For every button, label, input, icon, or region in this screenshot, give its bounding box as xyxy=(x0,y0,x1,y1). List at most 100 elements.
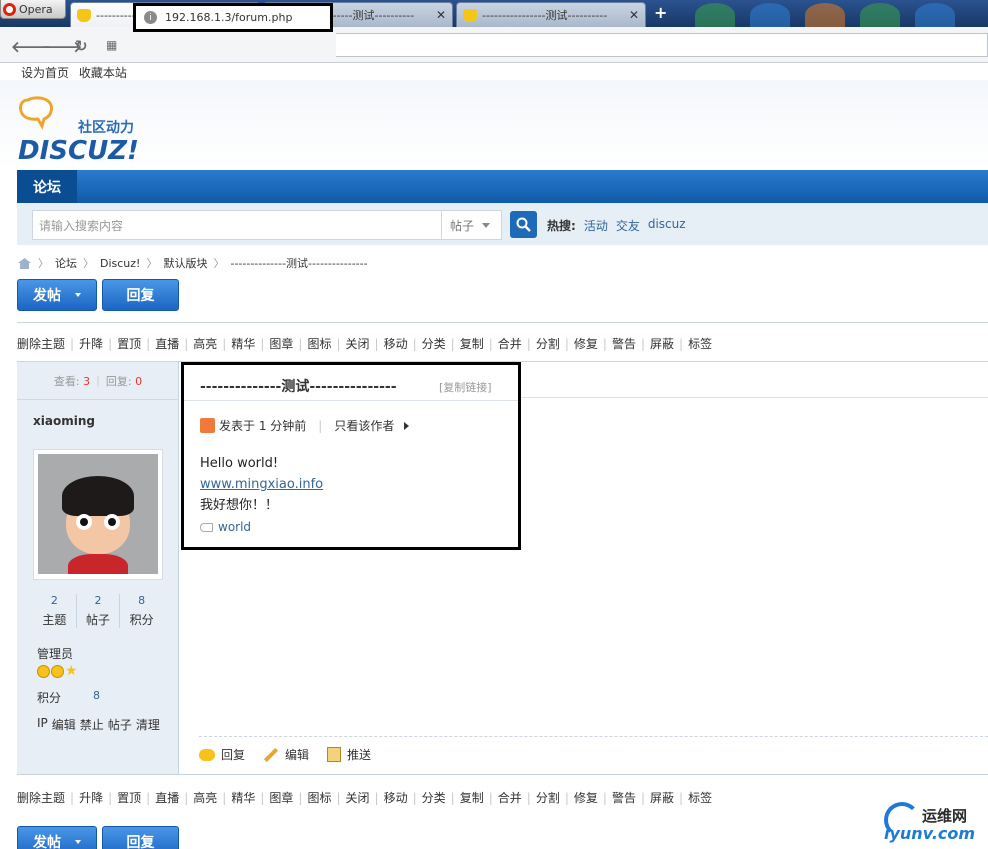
search-scope-select[interactable]: 帖子 xyxy=(441,210,502,240)
mod-tool-link[interactable]: 屏蔽 xyxy=(650,335,674,352)
breadcrumb-item[interactable]: 论坛 xyxy=(55,255,77,271)
mod-tool-link[interactable]: 精华 xyxy=(231,335,255,352)
rank-icons: ★ xyxy=(37,664,78,678)
mod-tool-link[interactable]: 分类 xyxy=(422,789,446,806)
mod-tool-link[interactable]: 屏蔽 xyxy=(650,789,674,806)
mod-tool-link[interactable]: 修复 xyxy=(574,789,598,806)
mod-tool-link[interactable]: 合并 xyxy=(498,789,522,806)
mod-tool-link[interactable]: 移动 xyxy=(384,789,408,806)
post-actions: 回复 编辑 推送 xyxy=(199,746,371,763)
user-group[interactable]: 管理员 xyxy=(37,645,73,662)
reply-button[interactable]: 回复 xyxy=(102,279,179,311)
mod-tool-link[interactable]: 图章 xyxy=(269,789,293,806)
mod-tool-link[interactable]: 复制 xyxy=(460,789,484,806)
speed-dial-grid-icon[interactable]: ▦ xyxy=(106,38,117,52)
toolbar-separator: | xyxy=(679,336,684,351)
address-url: 192.168.1.3/forum.php xyxy=(165,11,293,24)
smiley-rank-icon xyxy=(51,665,64,678)
toolbar-separator: | xyxy=(184,336,189,351)
divider xyxy=(199,736,988,737)
admin-clean-link[interactable]: 清理 xyxy=(136,716,160,733)
mod-tool-link[interactable]: 复制 xyxy=(460,335,484,352)
reply-bubble-icon xyxy=(199,748,215,761)
only-author-link[interactable]: 只看该作者 xyxy=(334,417,394,434)
mod-tool-link[interactable]: 升降 xyxy=(79,335,103,352)
mod-tool-link[interactable]: 图标 xyxy=(307,335,331,352)
mod-tool-link[interactable]: 直播 xyxy=(155,789,179,806)
mod-tool-link[interactable]: 修复 xyxy=(574,335,598,352)
mod-tool-link[interactable]: 高亮 xyxy=(193,789,217,806)
mod-tool-link[interactable]: 直播 xyxy=(155,335,179,352)
search-input[interactable]: 请输入搜索内容 xyxy=(32,210,442,240)
breadcrumb-item[interactable]: Discuz! xyxy=(100,257,140,270)
nav-item-forum[interactable]: 论坛 xyxy=(17,170,77,203)
mod-tool-link[interactable]: 警告 xyxy=(612,789,636,806)
mod-tool-link[interactable]: 分类 xyxy=(422,335,446,352)
mod-tool-link[interactable]: 关闭 xyxy=(346,789,370,806)
hot-term-link[interactable]: discuz xyxy=(648,217,686,234)
reply-action[interactable]: 回复 xyxy=(199,746,245,763)
new-post-button-bottom[interactable]: 发帖 xyxy=(17,826,97,849)
close-tab-icon[interactable]: ✕ xyxy=(629,8,639,22)
edit-action[interactable]: 编辑 xyxy=(263,746,309,763)
mod-tool-link[interactable]: 精华 xyxy=(231,789,255,806)
hot-term-link[interactable]: 交友 xyxy=(616,217,640,234)
toolbar-separator: | xyxy=(526,336,531,351)
toolbar-separator: | xyxy=(679,790,684,805)
mod-tool-link[interactable]: 图章 xyxy=(269,335,293,352)
toolbar-separator: | xyxy=(640,790,645,805)
set-homepage-link[interactable]: 设为首页 xyxy=(21,66,69,80)
home-icon[interactable] xyxy=(17,257,32,270)
opera-menu-button[interactable]: Opera xyxy=(0,0,66,19)
new-tab-icon[interactable]: + xyxy=(654,3,667,22)
search-button[interactable] xyxy=(510,211,537,238)
mod-tool-link[interactable]: 标签 xyxy=(688,789,712,806)
author-name[interactable]: xiaoming xyxy=(33,414,95,428)
post-link[interactable]: www.mingxiao.info xyxy=(200,477,323,492)
mod-tool-link[interactable]: 删除主题 xyxy=(17,335,65,352)
bookmark-site-link[interactable]: 收藏本站 xyxy=(79,66,127,80)
browser-tab-3[interactable]: ----------------测试---------- ✕ xyxy=(456,2,646,27)
admin-posts-link[interactable]: 帖子 xyxy=(108,716,132,733)
count-credits[interactable]: 8 积分 xyxy=(120,594,163,628)
post-tag[interactable]: world xyxy=(200,520,251,534)
mod-tool-link[interactable]: 标签 xyxy=(688,335,712,352)
count-label: 主题 xyxy=(42,613,67,627)
count-threads[interactable]: 2 主题 xyxy=(33,594,77,628)
breadcrumb-item[interactable]: 默认版块 xyxy=(163,255,207,271)
mod-tool-link[interactable]: 置顶 xyxy=(117,789,141,806)
avatar[interactable] xyxy=(33,449,163,580)
mod-tool-link[interactable]: 分割 xyxy=(536,789,560,806)
count-posts[interactable]: 2 帖子 xyxy=(77,594,121,628)
mod-tool-link[interactable]: 合并 xyxy=(498,335,522,352)
mod-tool-link[interactable]: 分割 xyxy=(536,335,560,352)
discuz-logo[interactable]: 社区动力 DISCUZ! xyxy=(18,96,168,166)
address-bar[interactable]: i 192.168.1.3/forum.php xyxy=(133,3,333,32)
post-meta: 发表于 1 分钟前 | 只看该作者 xyxy=(200,417,410,434)
mod-tool-link[interactable]: 警告 xyxy=(612,335,636,352)
toolbar-separator: | xyxy=(374,336,379,351)
admin-edit-link[interactable]: 编辑 xyxy=(52,716,76,733)
hot-term-link[interactable]: 活动 xyxy=(584,217,608,234)
mod-tool-link[interactable]: 置顶 xyxy=(117,335,141,352)
toolbar-separator: | xyxy=(108,336,113,351)
toolbar-separator: | xyxy=(526,790,531,805)
copy-link-button[interactable]: [复制链接] xyxy=(439,379,492,395)
mod-tool-link[interactable]: 图标 xyxy=(307,789,331,806)
new-post-button[interactable]: 发帖 xyxy=(17,279,97,311)
mod-tool-link[interactable]: 高亮 xyxy=(193,335,217,352)
push-action[interactable]: 推送 xyxy=(327,746,371,763)
reply-label: 回复 xyxy=(126,288,155,304)
post-highlight-box: --------------测试--------------- [复制链接] 发… xyxy=(181,362,521,550)
close-tab-icon[interactable]: ✕ xyxy=(436,8,446,22)
mod-tool-link[interactable]: 删除主题 xyxy=(17,789,65,806)
reload-icon[interactable]: ↻ xyxy=(75,37,88,55)
reply-button-bottom[interactable]: 回复 xyxy=(102,826,179,849)
admin-ban-link[interactable]: 禁止 xyxy=(80,716,104,733)
mod-tool-link[interactable]: 升降 xyxy=(79,789,103,806)
address-bar-extension[interactable] xyxy=(336,33,988,57)
moderation-toolbar-bottom: 删除主题 | 升降 | 置顶 | 直播 | 高亮 | 精华 | 图章 | 图标 | 关闭 | 移动 | 分类 | 复制 | 合并… xyxy=(17,789,712,806)
admin-ip-link[interactable]: IP xyxy=(37,716,48,733)
mod-tool-link[interactable]: 移动 xyxy=(384,335,408,352)
mod-tool-link[interactable]: 关闭 xyxy=(346,335,370,352)
